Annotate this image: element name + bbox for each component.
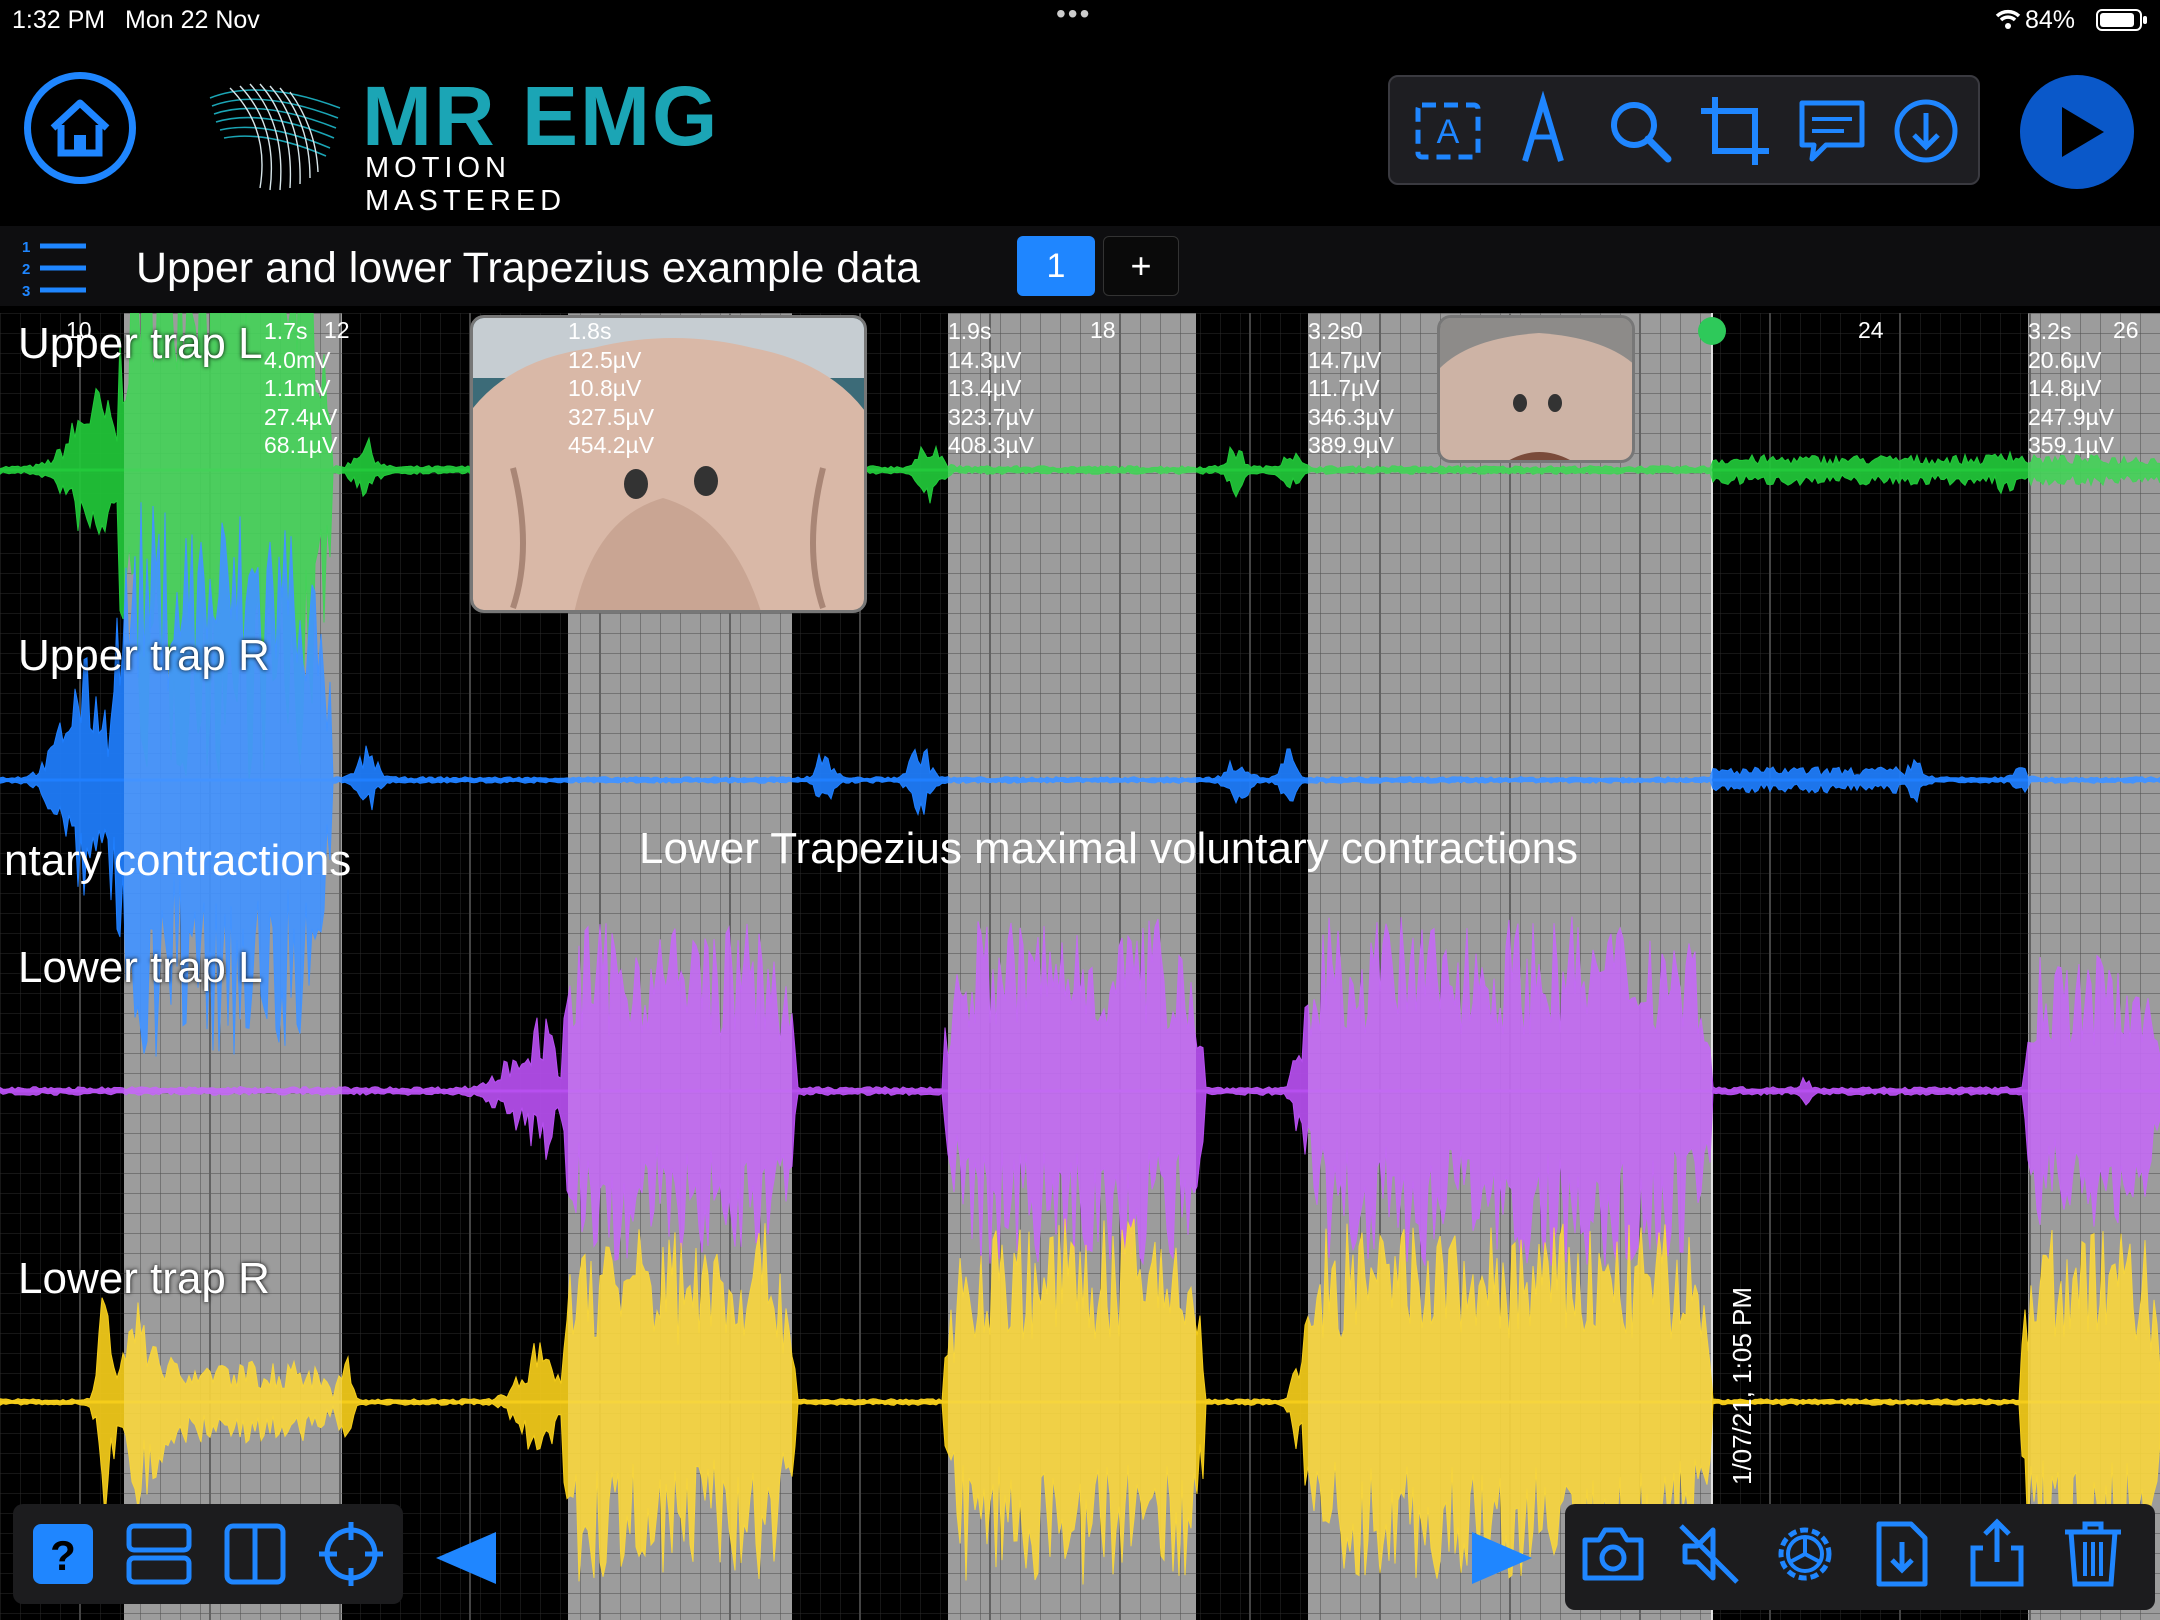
- svg-text:A: A: [1437, 113, 1460, 151]
- segment-value: 1.1mV: [264, 375, 331, 401]
- segment-value: 323.7µV: [948, 403, 1035, 430]
- segment-value: 27.4µV: [264, 403, 338, 430]
- document-title-bar: 1 2 3 Upper and lower Trapezius example …: [0, 226, 2160, 306]
- numbered-list-icon[interactable]: 1 2 3: [18, 236, 90, 300]
- time-tick: 26: [2113, 317, 2139, 343]
- segment-value: 13.4µV: [948, 375, 1022, 401]
- upper-trapezius-annotation[interactable]: ntary contractions: [4, 836, 351, 886]
- segment-overlay-5: [2028, 313, 2160, 1620]
- segment-value: 14.3µV: [948, 346, 1022, 373]
- logo-title: MR EMG: [362, 69, 720, 163]
- import-icon[interactable]: [1865, 1518, 1937, 1590]
- app-logo: MR EMG MOTION MASTERED: [200, 68, 720, 217]
- segment-value: 10.8µV: [568, 375, 642, 401]
- logo-subtitle: MOTION MASTERED: [365, 152, 567, 217]
- next-arrow-icon[interactable]: [1466, 1528, 1538, 1588]
- video-thumbnail-1[interactable]: [470, 315, 867, 613]
- annotation-toolbar: A: [1388, 75, 1980, 185]
- crosshair-icon[interactable]: [315, 1518, 387, 1590]
- home-button[interactable]: [24, 72, 136, 184]
- multitasking-dots-icon[interactable]: •••: [1056, 0, 1091, 30]
- battery-icon: [2096, 9, 2147, 31]
- previous-arrow-icon[interactable]: [430, 1528, 502, 1588]
- time-tick: 24: [1858, 317, 1884, 343]
- add-page-button[interactable]: +: [1103, 236, 1179, 296]
- segment-value: 20.6µV: [2028, 346, 2102, 373]
- stacked-view-icon[interactable]: [123, 1518, 195, 1590]
- segment-overlay-3: [948, 313, 1196, 1620]
- settings-icon[interactable]: [1769, 1518, 1841, 1590]
- home-icon: [50, 99, 110, 157]
- battery-percentage: 84%: [2025, 6, 2076, 34]
- segment-value: 12.5µV: [568, 346, 642, 373]
- segment-value: 11.7µV: [1308, 375, 1380, 401]
- split-view-icon[interactable]: [219, 1518, 291, 1590]
- segment-duration: 1.8s: [568, 318, 612, 344]
- segment-duration: 1.7s: [264, 318, 308, 344]
- segment-duration: 3.2s: [1308, 318, 1352, 344]
- bottom-right-toolbar: [1565, 1504, 2155, 1610]
- wifi-icon: [1995, 9, 2021, 29]
- segment-measurements-4: 3.2s 14.7µV 11.7µV 346.3µV 389.9µV: [1308, 317, 1394, 460]
- segment-value: 408.3µV: [948, 432, 1035, 458]
- status-date: Mon 22 Nov: [125, 6, 260, 34]
- video-thumbnail-2[interactable]: [1437, 315, 1635, 463]
- crop-icon[interactable]: [1695, 91, 1775, 171]
- back-video-frame: [1440, 318, 1632, 460]
- segment-value: 14.8µV: [2028, 375, 2102, 401]
- segment-value: 454.2µV: [568, 432, 655, 458]
- segment-measurements-3: 1.9s 14.3µV 13.4µV 323.7µV 408.3µV: [948, 317, 1034, 460]
- help-icon[interactable]: ?: [27, 1518, 99, 1590]
- back-video-frame: [473, 318, 864, 610]
- recording-timestamp: 1/07/21, 1:05 PM: [1727, 1286, 1757, 1485]
- time-tick: 18: [1090, 317, 1116, 343]
- segment-value: 14.7µV: [1308, 346, 1382, 373]
- lower-trapezius-annotation[interactable]: Lower Trapezius maximal voluntary contra…: [639, 824, 1578, 874]
- svg-text:3: 3: [22, 283, 30, 300]
- segment-overlay-4: [1308, 313, 1712, 1620]
- emg-plot-area[interactable]: Upper trap L Upper trap R Lower trap L L…: [0, 313, 2160, 1620]
- document-title[interactable]: Upper and lower Trapezius example data: [136, 244, 920, 293]
- status-time: 1:32 PM: [12, 6, 106, 34]
- segment-value: 4.0mV: [264, 346, 331, 373]
- search-icon[interactable]: [1600, 91, 1680, 171]
- playhead-marker[interactable]: [1698, 317, 1726, 345]
- channel-label-upper-trap-l: Upper trap L: [18, 319, 263, 368]
- segment-value: 389.9µV: [1308, 432, 1395, 458]
- segment-duration: 3.2s: [2028, 318, 2072, 344]
- segment-value: 327.5µV: [568, 403, 655, 430]
- share-icon[interactable]: [1961, 1518, 2033, 1590]
- segment-duration: 1.9s: [948, 318, 992, 344]
- svg-text:1: 1: [22, 239, 30, 256]
- channel-label-lower-trap-r: Lower trap R: [18, 1254, 270, 1303]
- emg-signal-canvas[interactable]: [0, 313, 2160, 1620]
- segment-value: 68.1µV: [264, 432, 338, 458]
- camera-icon[interactable]: [1577, 1518, 1649, 1590]
- comment-icon[interactable]: [1792, 91, 1872, 171]
- channel-label-upper-trap-r: Upper trap R: [18, 631, 270, 680]
- logo-mark-icon: [209, 83, 341, 191]
- svg-text:?: ?: [50, 1532, 76, 1579]
- marker-icon[interactable]: [1503, 91, 1583, 171]
- status-bar: 1:32 PM Mon 22 Nov ••• 84%: [0, 0, 2160, 40]
- page-tab-1[interactable]: 1: [1017, 236, 1095, 296]
- segment-measurements-5: 3.2s 20.6µV 14.8µV 247.9µV 359.1µV: [2028, 317, 2114, 460]
- segment-value: 346.3µV: [1308, 403, 1395, 430]
- segment-value: 359.1µV: [2028, 432, 2115, 458]
- segment-measurements-1: 1.7s 4.0mV 1.1mV 27.4µV 68.1µV: [264, 317, 337, 460]
- time-tick: 10: [66, 317, 92, 343]
- channel-label-lower-trap-l: Lower trap L: [18, 943, 263, 992]
- mute-icon[interactable]: [1673, 1518, 1745, 1590]
- trash-icon[interactable]: [2057, 1518, 2129, 1590]
- segment-measurements-2: 1.8s 12.5µV 10.8µV 327.5µV 454.2µV: [568, 317, 654, 460]
- text-annotation-icon[interactable]: A: [1408, 91, 1488, 171]
- download-icon[interactable]: [1886, 91, 1966, 171]
- bottom-left-toolbar: ?: [13, 1504, 403, 1604]
- svg-text:2: 2: [22, 261, 30, 278]
- play-button[interactable]: [2020, 75, 2134, 189]
- segment-value: 247.9µV: [2028, 403, 2115, 430]
- play-icon: [2062, 107, 2104, 157]
